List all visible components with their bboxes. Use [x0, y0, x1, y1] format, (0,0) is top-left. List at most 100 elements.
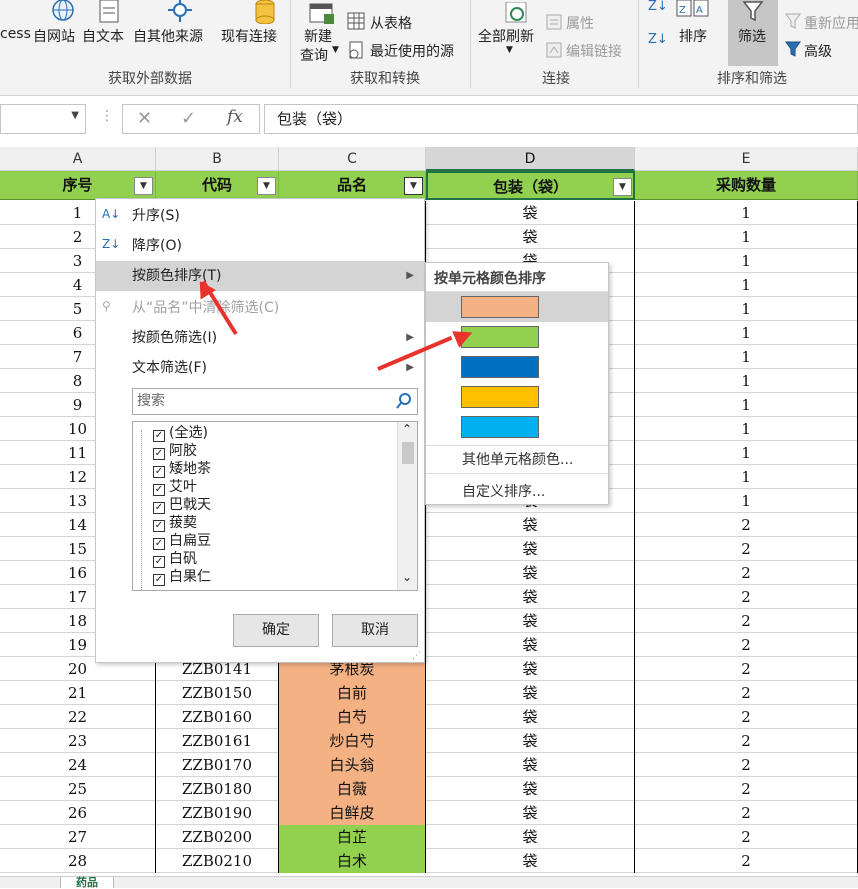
header-cell-name[interactable]: 品名 ▼ — [279, 171, 426, 199]
recent-sources-button[interactable]: 最近使用的源 — [370, 41, 454, 61]
cell-qty[interactable]: 1 — [635, 321, 858, 345]
cell-qty[interactable]: 1 — [635, 201, 858, 225]
cell-no[interactable]: 24 — [0, 753, 156, 777]
chevron-up-icon[interactable]: ⌃ — [402, 422, 412, 436]
color-swatch-item[interactable] — [426, 292, 608, 322]
checkbox-item[interactable]: ✓ 矮地茶 — [153, 460, 211, 478]
checkbox-icon[interactable]: ✓ — [153, 448, 165, 460]
cell-qty[interactable]: 2 — [635, 633, 858, 657]
header-cell-qty[interactable]: 采购数量 — [635, 171, 858, 199]
sort-descending-item[interactable]: Z↓ 降序(O) — [96, 231, 424, 261]
cell-no[interactable]: 27 — [0, 825, 156, 849]
sort-az-icon[interactable]: Z↓ — [648, 0, 668, 14]
cell-qty[interactable]: 2 — [635, 753, 858, 777]
cell-name[interactable]: 白芷 — [279, 825, 426, 849]
column-header-c[interactable]: C — [279, 147, 426, 171]
cell-qty[interactable]: 1 — [635, 249, 858, 273]
color-swatch-item[interactable] — [426, 352, 608, 382]
reapply-button[interactable]: 重新应用 — [804, 13, 858, 33]
checkbox-item[interactable]: ✓ 白矾 — [153, 550, 197, 568]
more-colors-item[interactable]: 其他单元格颜色... — [462, 449, 573, 469]
cancel-button[interactable]: 取消 — [332, 614, 418, 647]
color-swatch[interactable] — [461, 296, 539, 318]
sheet-tab[interactable]: 药品 — [60, 877, 114, 888]
color-swatch-item[interactable] — [426, 412, 608, 442]
color-swatch[interactable] — [461, 416, 539, 438]
cell-name[interactable]: 白术 — [279, 849, 426, 873]
cell-pack[interactable]: 袋 — [426, 633, 635, 657]
from-web-button[interactable]: 自网站 — [33, 26, 75, 46]
cell-qty[interactable]: 1 — [635, 297, 858, 321]
sort-by-color-item[interactable]: 按颜色排序(T) ▶ — [96, 261, 424, 291]
checkbox-icon[interactable]: ✓ — [153, 556, 165, 568]
cell-code[interactable]: ZZB0210 — [156, 849, 279, 873]
access-button[interactable]: cess — [0, 26, 31, 42]
cell-qty[interactable]: 2 — [635, 609, 858, 633]
header-cell-pack[interactable]: 包装（袋） ▼ — [426, 171, 635, 200]
cell-qty[interactable]: 1 — [635, 369, 858, 393]
scrollbar[interactable]: ⌃ ⌄ — [397, 422, 417, 590]
filter-dropdown-icon[interactable]: ▼ — [257, 177, 276, 195]
cell-qty[interactable]: 2 — [635, 729, 858, 753]
cell-code[interactable]: ZZB0160 — [156, 705, 279, 729]
cell-qty[interactable]: 2 — [635, 849, 858, 873]
checkbox-item[interactable]: ✓ (全选) — [153, 424, 208, 442]
scroll-thumb[interactable] — [402, 442, 414, 464]
checkbox-icon[interactable]: ✓ — [153, 538, 165, 550]
new-query-label[interactable]: 查询 — [300, 45, 328, 65]
cell-pack[interactable]: 袋 — [426, 801, 635, 825]
search-input[interactable]: 搜索 — [132, 388, 418, 415]
cell-qty[interactable]: 1 — [635, 417, 858, 441]
edit-links-button[interactable]: 编辑链接 — [566, 41, 622, 61]
cell-pack[interactable]: 袋 — [426, 777, 635, 801]
cell-code[interactable]: ZZB0161 — [156, 729, 279, 753]
sort-ascending-item[interactable]: A↓ 升序(S) — [96, 201, 424, 231]
header-cell-no[interactable]: 序号 ▼ — [0, 171, 156, 199]
cell-pack[interactable]: 袋 — [426, 225, 635, 249]
properties-button[interactable]: 属性 — [566, 13, 594, 33]
cell-qty[interactable]: 2 — [635, 777, 858, 801]
cell-qty[interactable]: 2 — [635, 561, 858, 585]
cell-qty[interactable]: 1 — [635, 393, 858, 417]
checkbox-item[interactable]: ✓ 白扁豆 — [153, 532, 211, 550]
cell-pack[interactable]: 袋 — [426, 729, 635, 753]
cell-name[interactable]: 白头翁 — [279, 753, 426, 777]
cell-qty[interactable]: 1 — [635, 345, 858, 369]
cell-no[interactable]: 21 — [0, 681, 156, 705]
checkbox-icon[interactable]: ✓ — [153, 466, 165, 478]
cell-name[interactable]: 白芍 — [279, 705, 426, 729]
text-filter-item[interactable]: 文本筛选(F) ▶ — [96, 353, 424, 383]
checkbox-icon[interactable]: ✓ — [153, 502, 165, 514]
from-table-button[interactable]: 从表格 — [370, 13, 412, 33]
cell-qty[interactable]: 1 — [635, 489, 858, 513]
cell-code[interactable]: ZZB0150 — [156, 681, 279, 705]
cell-qty[interactable]: 2 — [635, 801, 858, 825]
cell-pack[interactable]: 袋 — [426, 705, 635, 729]
checkbox-icon[interactable]: ✓ — [153, 484, 165, 496]
cell-pack[interactable]: 袋 — [426, 537, 635, 561]
drag-handle-icon[interactable]: ⋮ — [100, 108, 114, 124]
color-swatch[interactable] — [461, 356, 539, 378]
cell-no[interactable]: 26 — [0, 801, 156, 825]
cell-no[interactable]: 22 — [0, 705, 156, 729]
filter-dropdown-icon[interactable]: ▼ — [404, 177, 423, 195]
filter-button[interactable]: 筛选 — [738, 26, 766, 46]
cell-qty[interactable]: 2 — [635, 657, 858, 681]
cell-pack[interactable]: 袋 — [426, 201, 635, 225]
checkbox-item[interactable]: ✓ 艾叶 — [153, 478, 197, 496]
resize-grip-icon[interactable]: ⋰ — [412, 651, 421, 661]
cell-pack[interactable]: 袋 — [426, 753, 635, 777]
cell-no[interactable]: 28 — [0, 849, 156, 873]
formula-input[interactable]: 包装（袋） — [264, 104, 858, 134]
color-swatch-item[interactable] — [426, 382, 608, 412]
column-header-d[interactable]: D — [426, 147, 635, 171]
cell-code[interactable]: ZZB0180 — [156, 777, 279, 801]
cell-name[interactable]: 白薇 — [279, 777, 426, 801]
filter-dropdown-icon[interactable]: ▼ — [134, 177, 153, 195]
checkbox-icon[interactable]: ✓ — [153, 430, 165, 442]
cell-name[interactable]: 炒白芍 — [279, 729, 426, 753]
ok-button[interactable]: 确定 — [233, 614, 319, 647]
from-text-button[interactable]: 自文本 — [82, 26, 124, 46]
custom-sort-item[interactable]: 自定义排序... — [462, 481, 545, 501]
advanced-button[interactable]: 高级 — [804, 41, 832, 61]
